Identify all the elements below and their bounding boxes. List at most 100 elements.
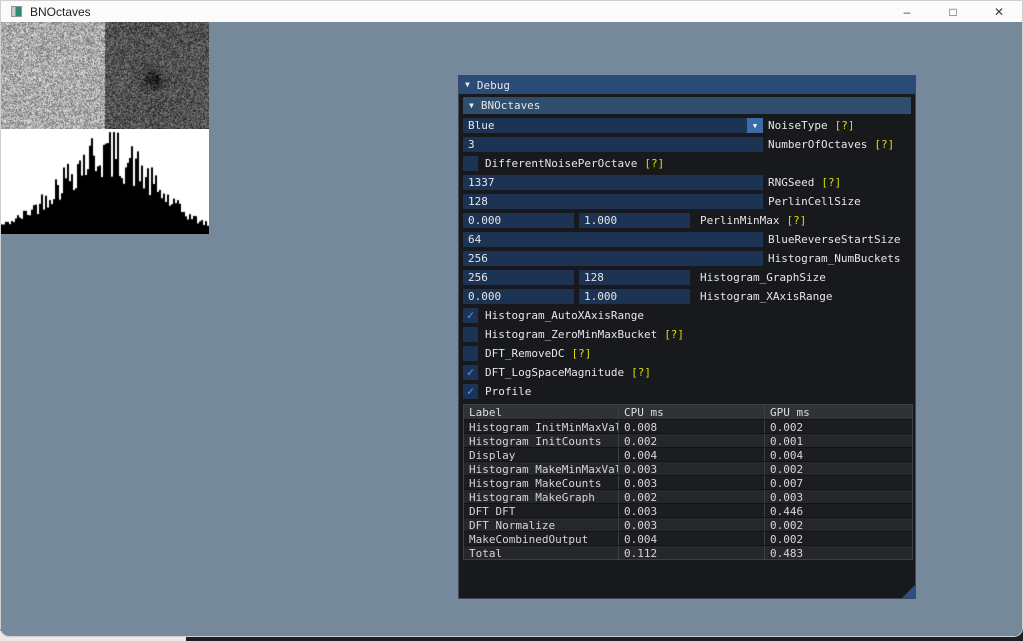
perlin-minmax-label: PerlinMinMax: [700, 214, 779, 227]
table-row: Histogram_InitCounts0.0020.001: [464, 433, 912, 447]
blue-reverse-row: BlueReverseStartSize: [463, 232, 911, 247]
octaves-label: NumberOfOctaves: [768, 138, 867, 151]
profile-table: LabelCPU msGPU msHistogram_InitMinMaxVal…: [463, 404, 913, 560]
profile-checkbox[interactable]: ✓: [463, 384, 478, 399]
hist-xaxis-row: Histogram_XAxisRange: [463, 289, 911, 304]
app-titlebar[interactable]: BNOctaves – □ ✕: [1, 1, 1022, 22]
table-row: DFT_Normalize0.0030.002: [464, 517, 912, 531]
perlin-cell-input[interactable]: [463, 194, 763, 209]
help-marker[interactable]: [?]: [631, 366, 651, 379]
combo-value: Blue: [463, 118, 747, 133]
table-cell: 0.003: [619, 476, 765, 489]
hist-xaxis-min-input[interactable]: [463, 289, 574, 304]
window-controls: – □ ✕: [884, 1, 1022, 22]
noise-type-label: NoiseType: [768, 119, 828, 132]
hist-xaxis-label: Histogram_XAxisRange: [700, 290, 832, 303]
table-row: Histogram_InitMinMaxValue0.0080.002: [464, 419, 912, 433]
histogram-preview: [1, 129, 209, 234]
profile-label: Profile: [485, 385, 531, 398]
blue-reverse-input[interactable]: [463, 232, 763, 247]
hist-auto-row: ✓ Histogram_AutoXAxisRange: [463, 308, 911, 323]
table-cell: 0.483: [765, 546, 911, 559]
hist-auto-checkbox[interactable]: ✓: [463, 308, 478, 323]
rng-seed-label: RNGSeed: [768, 176, 814, 189]
help-marker[interactable]: [?]: [644, 157, 664, 170]
table-cell: Total: [464, 546, 619, 559]
hist-zero-label: Histogram_ZeroMinMaxBucket: [485, 328, 657, 341]
table-row: DFT_DFT0.0030.446: [464, 503, 912, 517]
table-cell: 0.004: [619, 448, 765, 461]
table-row: Total0.1120.483: [464, 545, 912, 559]
table-cell: 0.003: [619, 518, 765, 531]
table-header-cell[interactable]: Label: [464, 405, 619, 419]
debug-panel-body: ▼ BNOctaves Blue ▼ NoiseType [?] NumberO…: [459, 94, 915, 598]
resize-grip[interactable]: [902, 585, 915, 598]
rng-seed-input[interactable]: [463, 175, 763, 190]
help-marker[interactable]: [?]: [571, 347, 591, 360]
hist-graph-height-input[interactable]: [579, 270, 690, 285]
table-cell: Histogram_MakeGraph: [464, 490, 619, 503]
hist-graph-width-input[interactable]: [463, 270, 574, 285]
close-button[interactable]: ✕: [976, 1, 1022, 22]
table-cell: 0.003: [765, 490, 911, 503]
dft-removedc-checkbox[interactable]: [463, 346, 478, 361]
table-cell: 0.002: [619, 490, 765, 503]
maximize-button[interactable]: □: [930, 1, 976, 22]
table-cell: 0.112: [619, 546, 765, 559]
table-row: Histogram_MakeMinMaxValue0.0030.002: [464, 461, 912, 475]
hist-graphsize-label: Histogram_GraphSize: [700, 271, 826, 284]
octaves-row: NumberOfOctaves [?]: [463, 137, 911, 152]
help-marker[interactable]: [?]: [786, 214, 806, 227]
table-cell: DFT_DFT: [464, 504, 619, 517]
minimize-button[interactable]: –: [884, 1, 930, 22]
noise-type-row: Blue ▼ NoiseType [?]: [463, 118, 911, 133]
table-cell: Histogram_InitCounts: [464, 434, 619, 447]
hist-buckets-label: Histogram_NumBuckets: [768, 252, 900, 265]
hist-xaxis-max-input[interactable]: [579, 289, 690, 304]
table-cell: 0.004: [765, 448, 911, 461]
section-title: BNOctaves: [481, 99, 541, 112]
dft-logspace-label: DFT_LogSpaceMagnitude: [485, 366, 624, 379]
collapse-icon[interactable]: ▼: [465, 81, 470, 89]
dft-logspace-row: ✓ DFT_LogSpaceMagnitude [?]: [463, 365, 911, 380]
table-cell: MakeCombinedOutput: [464, 532, 619, 545]
collapse-icon[interactable]: ▼: [469, 102, 474, 110]
table-cell: 0.002: [765, 518, 911, 531]
table-cell: 0.002: [765, 532, 911, 545]
different-noise-row: DifferentNoisePerOctave [?]: [463, 156, 911, 171]
hist-zero-checkbox[interactable]: [463, 327, 478, 342]
table-cell: 0.003: [619, 504, 765, 517]
rng-seed-row: RNGSeed [?]: [463, 175, 911, 190]
hist-zero-row: Histogram_ZeroMinMaxBucket [?]: [463, 327, 911, 342]
dft-removedc-label: DFT_RemoveDC: [485, 347, 564, 360]
section-header-bnoctaves[interactable]: ▼ BNOctaves: [463, 97, 911, 114]
table-header-cell[interactable]: CPU ms: [619, 405, 765, 419]
different-noise-checkbox[interactable]: [463, 156, 478, 171]
table-cell: 0.446: [765, 504, 911, 517]
hist-buckets-input[interactable]: [463, 251, 763, 266]
app-window: BNOctaves – □ ✕ ▼ Debug ▼ BNOctaves Blue: [0, 0, 1023, 637]
octaves-input[interactable]: [463, 137, 763, 152]
profile-row: ✓ Profile: [463, 384, 911, 399]
table-cell: Display: [464, 448, 619, 461]
dft-logspace-checkbox[interactable]: ✓: [463, 365, 478, 380]
perlin-min-input[interactable]: [463, 213, 574, 228]
table-cell: 0.002: [619, 434, 765, 447]
debug-panel-titlebar[interactable]: ▼ Debug: [459, 76, 915, 94]
chevron-down-icon[interactable]: ▼: [747, 118, 763, 133]
hist-graphsize-row: Histogram_GraphSize: [463, 270, 911, 285]
table-header-cell[interactable]: GPU ms: [765, 405, 911, 419]
help-marker[interactable]: [?]: [664, 328, 684, 341]
table-cell: 0.008: [619, 420, 765, 433]
table-cell: 0.004: [619, 532, 765, 545]
table-cell: 0.002: [765, 420, 911, 433]
help-marker[interactable]: [?]: [821, 176, 841, 189]
perlin-max-input[interactable]: [579, 213, 690, 228]
table-cell: 0.001: [765, 434, 911, 447]
hist-auto-label: Histogram_AutoXAxisRange: [485, 309, 644, 322]
noise-type-combo[interactable]: Blue ▼: [463, 118, 763, 133]
help-marker[interactable]: [?]: [874, 138, 894, 151]
help-marker[interactable]: [?]: [835, 119, 855, 132]
app-icon: [11, 6, 22, 17]
table-header-row: LabelCPU msGPU ms: [464, 405, 912, 419]
